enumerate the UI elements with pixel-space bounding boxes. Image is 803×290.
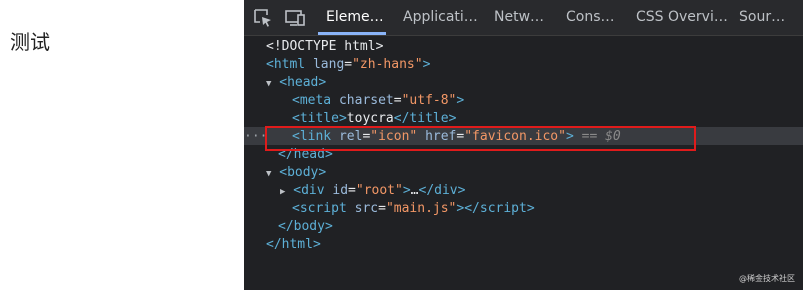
html-tag: html [273, 57, 306, 72]
expand-arrow-icon[interactable]: ▼ [266, 79, 271, 89]
head-tag: head [287, 75, 319, 90]
tab-application[interactable]: Applicati… [403, 0, 478, 35]
dom-tree: <!DOCTYPE html> <html lang="zh-hans"> ▼ … [244, 36, 803, 290]
watermark: @稀金技术社区 [739, 274, 795, 283]
lang-value: "zh-hans" [352, 57, 423, 72]
doctype-text: <!DOCTYPE html> [266, 39, 384, 54]
tree-row-div-root[interactable]: ▶ <div id="root">…</div> [280, 182, 465, 200]
devtools-toolbar: Eleme… Applicati… Netw… Cons… CSS Overvi… [244, 0, 803, 36]
tab-sources[interactable]: Sour… [739, 0, 785, 35]
page-viewport: 测试 [0, 0, 244, 290]
script-tag: script [299, 201, 347, 216]
page-text: 测试 [10, 30, 50, 54]
div-tag: div [301, 183, 325, 198]
charset-attr: charset [338, 93, 394, 108]
lang-attr: lang [312, 57, 345, 72]
charset-value: "utf-8" [401, 93, 457, 108]
html-close-tag: /html [273, 237, 313, 252]
src-attr: src [354, 201, 379, 216]
tree-row-body-close[interactable]: </body> [278, 218, 333, 236]
annotation-highlight-box [265, 126, 696, 151]
body-tag: body [287, 165, 319, 180]
tree-row-head[interactable]: ▼ <head> [266, 74, 326, 92]
tab-css-overview[interactable]: CSS Overvi… [636, 0, 728, 35]
script-close-tag: /script [472, 201, 527, 216]
tree-row-body[interactable]: ▼ <body> [266, 164, 326, 182]
tree-row-meta[interactable]: <meta charset="utf-8"> [292, 92, 464, 110]
tree-row-doctype[interactable]: <!DOCTYPE html> [266, 38, 383, 56]
tree-row-html[interactable]: <html lang="zh-hans"> [266, 56, 430, 74]
title-tag: title [299, 111, 339, 126]
tree-row-script[interactable]: <script src="main.js"></script> [292, 200, 535, 218]
meta-tag: meta [299, 93, 332, 108]
id-attr: id [332, 183, 349, 198]
div-ellipsis: … [410, 183, 419, 198]
div-close-tag: /div [426, 183, 458, 198]
id-value: "root" [355, 183, 403, 198]
title-close-tag: title [409, 111, 449, 126]
expand-arrow-icon[interactable]: ▼ [266, 169, 271, 179]
active-tab-indicator [318, 32, 386, 35]
tree-row-html-close[interactable]: </html> [266, 236, 321, 254]
tab-elements[interactable]: Eleme… [326, 0, 384, 35]
title-text: toycra [346, 111, 394, 126]
gutter-dots[interactable]: ··· [244, 128, 267, 146]
src-value: "main.js" [385, 201, 457, 216]
tab-console[interactable]: Cons… [566, 0, 615, 35]
tab-network[interactable]: Netw… [494, 0, 544, 35]
device-toolbar-icon[interactable] [284, 7, 306, 29]
collapsed-arrow-icon[interactable]: ▶ [280, 187, 285, 197]
inspect-element-icon[interactable] [252, 7, 274, 29]
body-close-tag: /body [285, 219, 325, 234]
